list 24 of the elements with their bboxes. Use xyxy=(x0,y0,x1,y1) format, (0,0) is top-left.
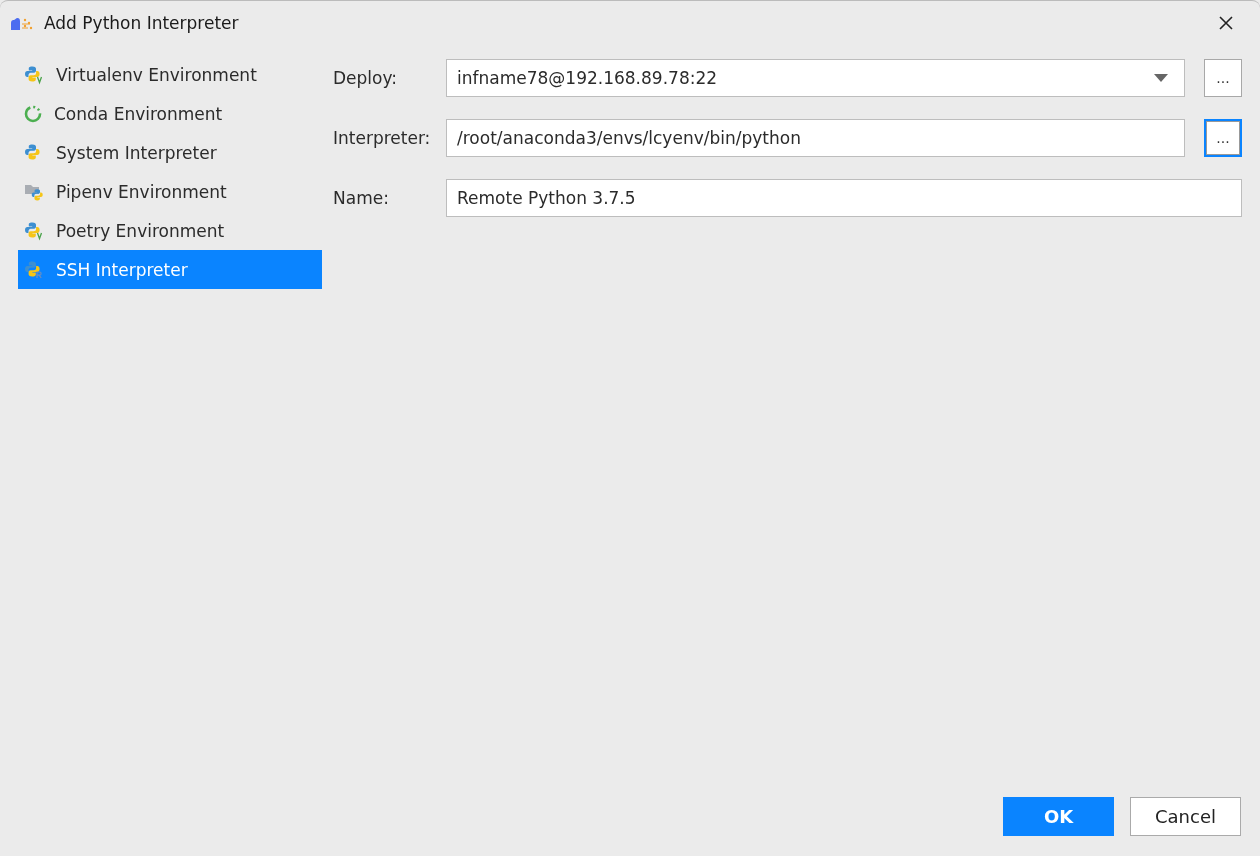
sidebar-item[interactable]: Conda Environment xyxy=(18,94,322,133)
python-icon xyxy=(24,220,44,241)
text-field[interactable]: Remote Python 3.7.5 xyxy=(446,179,1242,217)
text-field[interactable]: /root/anaconda3/envs/lcyenv/bin/python xyxy=(446,119,1185,157)
cancel-button[interactable]: Cancel xyxy=(1130,797,1241,836)
browse-button[interactable]: ... xyxy=(1204,59,1242,97)
window-title: Add Python Interpreter xyxy=(44,13,239,33)
deploy-dropdown[interactable]: infname78@192.168.89.78:22 xyxy=(446,59,1185,97)
field-label: Name: xyxy=(333,188,390,208)
field-label: Interpreter: xyxy=(333,128,432,148)
app-logo-icon xyxy=(10,15,34,31)
ok-button[interactable]: OK xyxy=(1003,797,1114,836)
sidebar-item[interactable]: Virtualenv Environment xyxy=(18,55,322,94)
sidebar-item[interactable]: System Interpreter xyxy=(18,133,322,172)
field-label: Deploy: xyxy=(333,68,398,88)
browse-button[interactable]: ... xyxy=(1204,119,1242,157)
sidebar-item[interactable]: SSH Interpreter xyxy=(18,250,322,289)
dropdown-arrow-icon xyxy=(1154,74,1168,82)
python-icon xyxy=(24,64,44,85)
ring-icon xyxy=(24,104,42,123)
sidebar-item[interactable]: Poetry Environment xyxy=(18,211,322,250)
sidebar-item[interactable]: Pipenv Environment xyxy=(18,172,322,211)
close-icon[interactable] xyxy=(1218,15,1234,31)
python-icon xyxy=(24,259,44,280)
